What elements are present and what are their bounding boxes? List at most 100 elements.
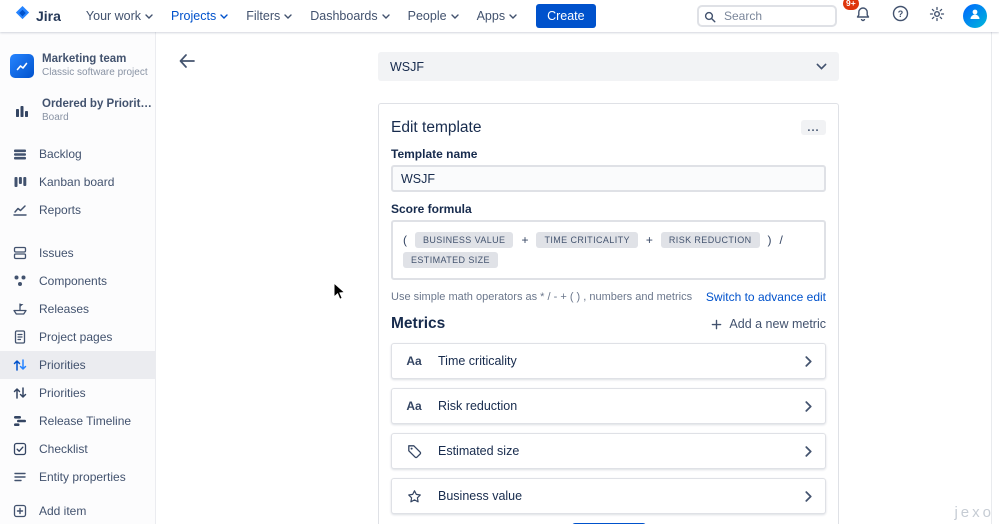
sidebar-item-backlog[interactable]: Backlog [0,140,155,168]
nav-item-label: Your work [86,9,141,23]
metric-label: Risk reduction [438,399,517,413]
nav-item-apps[interactable]: Apps [468,0,527,32]
metric-row-risk-reduction[interactable]: Aa Risk reduction [391,388,826,424]
priorities-icon [12,385,28,401]
jira-logo[interactable]: Jira [14,5,61,27]
nav-item-label: Filters [246,9,280,23]
sidebar-item-label: Reports [39,203,81,217]
card-title: Edit template [391,119,481,137]
jira-logo-text: Jira [36,8,61,24]
sidebar-item-priorities[interactable]: Priorities [0,379,155,407]
issues-icon [12,245,28,261]
score-formula-editor[interactable]: ( BUSINESS VALUE + TIME CRITICALITY + RI… [391,220,826,280]
arrow-left-icon [179,54,195,68]
project-type: Classic software project [42,67,148,80]
board-icon [10,99,34,123]
formula-metric-chip[interactable]: RISK REDUCTION [661,232,760,248]
sidebar-item-label: Release Timeline [39,414,131,428]
help-button[interactable]: ? [889,5,911,27]
text-type-icon: Aa [405,399,423,413]
sidebar-item-label: Releases [39,302,89,316]
more-options-button[interactable]: ... [801,120,826,135]
metric-row-business-value[interactable]: Business value [391,478,826,514]
nav-item-label: Projects [171,9,216,23]
search-input[interactable] [697,5,837,27]
sidebar-item-project-pages[interactable]: Project pages [0,323,155,351]
scrollbar-track[interactable] [991,32,992,524]
star-icon [405,489,423,504]
sidebar-item-issues[interactable]: Issues [0,239,155,267]
switch-to-advance-edit-link[interactable]: Switch to advance edit [706,290,826,304]
metrics-heading: Metrics [391,315,445,333]
sidebar-item-label: Priorities [39,386,86,400]
board-text: Ordered by Priorit… Board [42,97,152,125]
formula-open-paren: ( [403,233,407,247]
page-icon [12,329,28,345]
sidebar-item-priorities-selected[interactable]: Priorities [0,351,155,379]
properties-icon [12,469,28,485]
sidebar-item-label: Project pages [39,330,112,344]
metric-row-time-criticality[interactable]: Aa Time criticality [391,343,826,379]
tag-icon [405,444,423,459]
main-content: WSJF Edit template ... Template name Sco… [156,32,999,524]
template-name-input[interactable] [391,165,826,192]
sidebar-item-checklist[interactable]: Checklist [0,435,155,463]
metric-label: Business value [438,489,522,503]
backlog-icon [12,146,28,162]
top-navbar: Jira Your work Projects Filters Dashboar… [0,0,999,32]
template-select[interactable]: WSJF [378,52,839,81]
nav-item-filters[interactable]: Filters [237,0,301,32]
metric-label: Estimated size [438,444,519,458]
sidebar-item-add-item[interactable]: Add item [0,497,155,524]
question-mark-icon: ? [892,5,909,27]
kanban-icon [12,174,28,190]
template-select-value: WSJF [390,60,424,74]
user-avatar[interactable] [963,4,987,28]
formula-metric-chip[interactable]: ESTIMATED SIZE [403,252,498,268]
sidebar-item-kanban-board[interactable]: Kanban board [0,168,155,196]
sidebar-item-entity-properties[interactable]: Entity properties [0,463,155,491]
edit-template-card: Edit template ... Template name Score fo… [378,103,839,524]
project-header[interactable]: Marketing team Classic software project [0,52,155,80]
nav-item-projects[interactable]: Projects [162,0,237,32]
board-type: Board [42,112,152,125]
notifications-button[interactable]: 9+ [852,5,874,27]
nav-item-your-work[interactable]: Your work [77,0,162,32]
project-text: Marketing team Classic software project [42,52,148,80]
plus-square-icon [12,503,28,519]
sidebar-item-label: Checklist [39,442,88,456]
chevron-right-icon [805,401,812,412]
formula-operator: + [521,233,528,247]
chart-icon [12,202,28,218]
template-name-label: Template name [391,147,826,160]
checklist-icon [12,441,28,457]
nav-item-people[interactable]: People [399,0,468,32]
board-switcher[interactable]: Ordered by Priorit… Board [0,97,155,125]
nav-item-dashboards[interactable]: Dashboards [301,0,398,32]
chevron-down-icon [382,14,390,19]
chevron-right-icon [805,491,812,502]
metric-row-estimated-size[interactable]: Estimated size [391,433,826,469]
formula-hint-text: Use simple math operators as * / - + ( )… [391,291,692,303]
formula-metric-chip[interactable]: BUSINESS VALUE [415,232,513,248]
sidebar-item-components[interactable]: Components [0,267,155,295]
metric-label: Time criticality [438,354,517,368]
formula-metric-chip[interactable]: TIME CRITICALITY [536,232,637,248]
sidebar-item-label: Entity properties [39,470,126,484]
chevron-down-icon [284,14,292,19]
sidebar-item-label: Backlog [39,147,82,161]
back-button[interactable] [174,49,200,73]
sidebar-item-label: Priorities [39,358,86,372]
settings-button[interactable] [926,5,948,27]
notifications-badge: 9+ [843,0,859,10]
sidebar-item-release-timeline[interactable]: Release Timeline [0,407,155,435]
add-new-metric-button[interactable]: Add a new metric [711,317,826,331]
sidebar-item-reports[interactable]: Reports [0,196,155,224]
sidebar-item-label: Add item [39,504,86,518]
sidebar-item-label: Kanban board [39,175,114,189]
project-name: Marketing team [42,52,148,66]
priorities-icon [12,357,28,373]
bell-icon [855,6,871,27]
sidebar-item-releases[interactable]: Releases [0,295,155,323]
create-button[interactable]: Create [536,4,596,28]
